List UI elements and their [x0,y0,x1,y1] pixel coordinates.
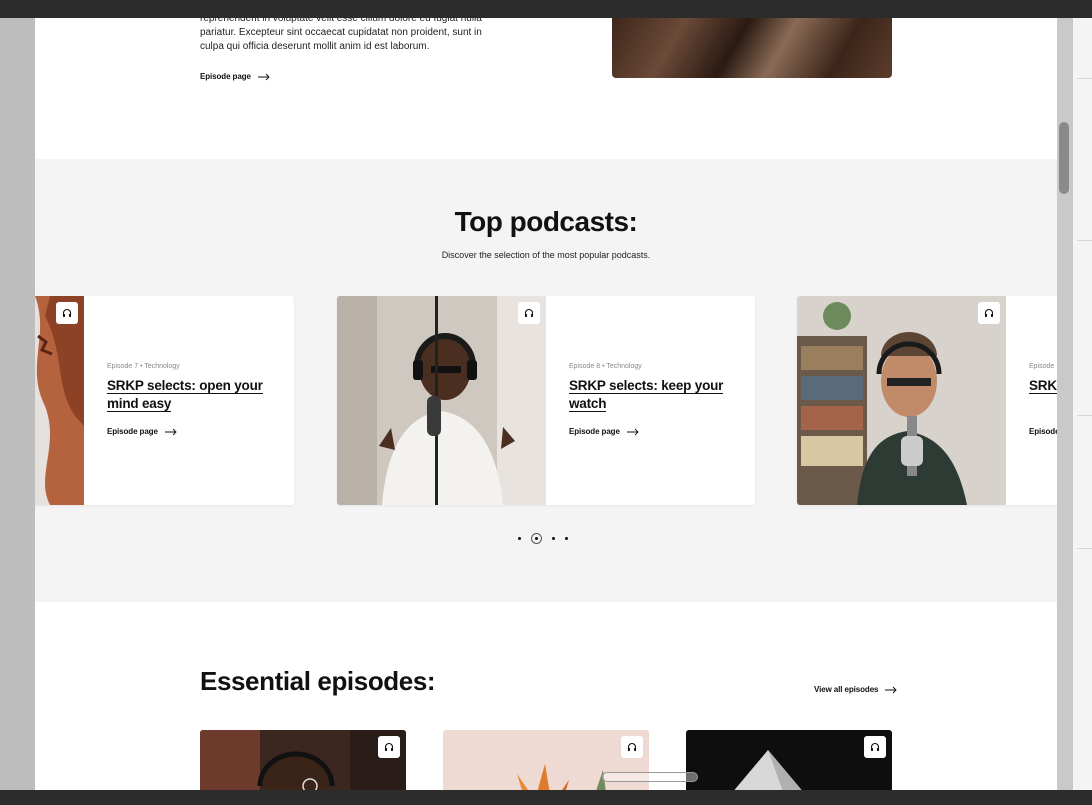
intro-episode-link[interactable]: Episode page [200,72,270,81]
page: reprehenderit in voluptate velit esse ci… [35,18,1057,790]
headphones-icon [984,308,994,317]
headphones-icon [870,742,880,751]
episode-title[interactable]: SRKP selects: keep your watch [569,377,729,413]
episode-meta: Episode [1029,363,1055,370]
top-podcasts-section: Top podcasts: Discover the selection of … [35,159,1057,602]
podcast-thumbnail [337,296,546,505]
podcast-thumbnail [35,296,84,505]
browser-bottom-bar [0,790,1092,805]
headphones-icon [384,742,394,751]
headphones-icon [524,308,534,317]
arrow-right-icon [257,73,270,80]
pagination-dot-active[interactable] [531,533,542,544]
podcast-thumbnail [797,296,1006,505]
episode-title[interactable]: SRKP selects: open your mind easy [107,377,267,413]
arrow-right-icon [885,686,898,693]
podcast-card[interactable]: Episode 7 • Technology SRKP selects: ope… [35,296,294,505]
episode-page-link[interactable]: Episode page [107,427,177,436]
headphones-badge [621,736,643,758]
hero-image [612,18,892,78]
essential-episode-card[interactable] [200,730,406,790]
section-title: Top podcasts: [454,206,638,237]
vertical-scrollbar-thumb[interactable] [1059,122,1069,194]
carousel-pagination [518,533,568,544]
essential-episode-card[interactable] [686,730,892,790]
podcast-card[interactable]: Episode 8 • Technology SRKP selects: kee… [337,296,755,505]
pagination-dot[interactable] [552,537,555,540]
arrow-right-icon [164,428,177,435]
episode-meta: Episode 8 • Technology [569,363,642,370]
headphones-badge [518,302,540,324]
headphones-badge [378,736,400,758]
episode-meta: Episode 7 • Technology [107,363,180,370]
episode-page-link[interactable]: Episode page [569,427,639,436]
episode-page-link[interactable]: Episode [1029,427,1057,436]
intro-paragraph: reprehenderit in voluptate velit esse ci… [200,18,482,52]
pagination-dot[interactable] [565,537,568,540]
browser-top-bar [0,0,1092,18]
podcast-card[interactable]: Episode SRK behi Episode [797,296,1057,505]
pagination-dot[interactable] [518,537,521,540]
section-subtitle: Discover the selection of the most popul… [441,250,651,260]
arrow-right-icon [626,428,639,435]
episode-thumbnail [686,730,892,790]
episode-link-label: Episode page [200,72,251,81]
right-side-panel [1073,18,1092,790]
horizontal-scrollbar[interactable] [602,772,698,782]
headphones-badge [864,736,886,758]
left-gutter [0,18,35,790]
episode-thumbnail [200,730,406,790]
headphones-icon [62,308,72,317]
view-all-episodes-link[interactable]: View all episodes [814,685,898,694]
episode-title[interactable]: SRK behi [1029,377,1057,395]
headphones-badge [56,302,78,324]
essential-episodes-title: Essential episodes: [200,666,436,696]
headphones-badge [978,302,1000,324]
headphones-icon [627,742,637,751]
